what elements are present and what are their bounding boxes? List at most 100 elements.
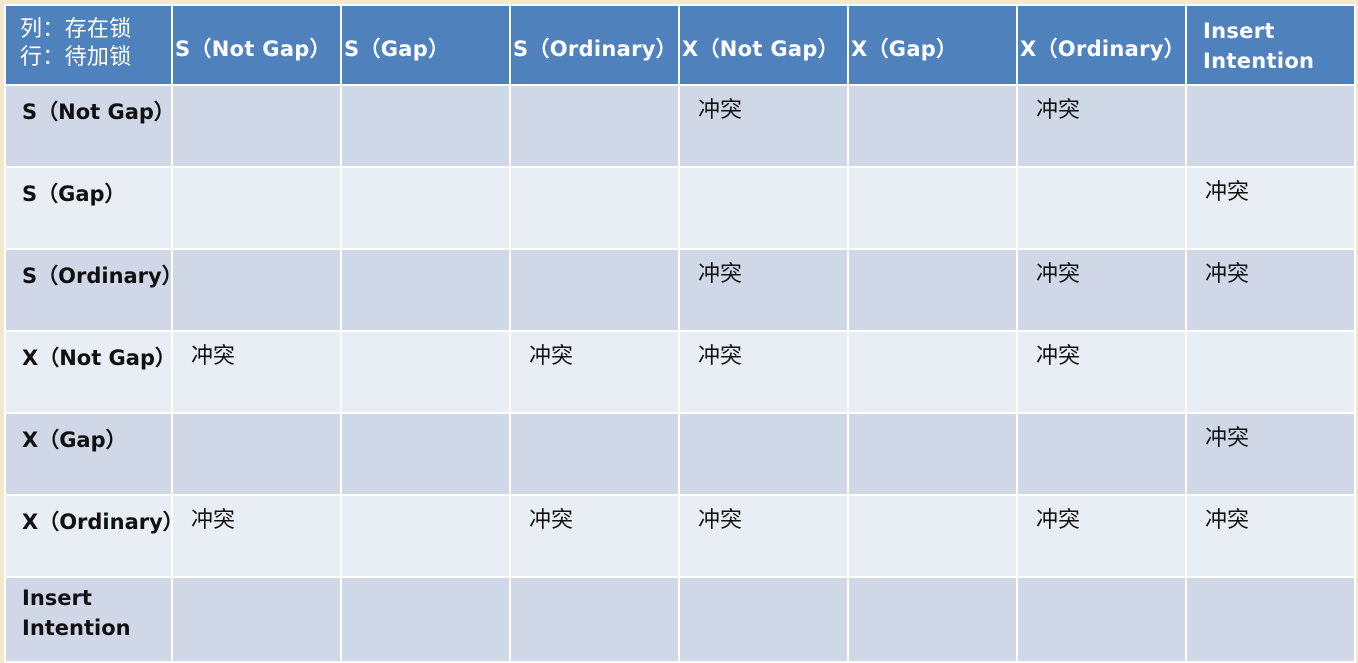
table-cell: 冲突 [1185,166,1356,250]
cell-value [342,250,509,284]
cell-value [342,168,509,202]
table-cell [847,576,1018,663]
table-cell: 冲突 [509,330,680,414]
table-cell: 冲突 [171,494,342,578]
cell-value [511,414,678,448]
cell-value [511,578,678,612]
table-cell [509,576,680,663]
table-row: S（Gap） 冲突 [4,166,1356,250]
cell-value: 冲突 [698,262,743,287]
table-row: X（Not Gap） 冲突 冲突 冲突 冲突 [4,330,1356,414]
table-cell: 冲突 [1016,248,1187,332]
table-cell: 冲突 [1185,412,1356,496]
row-header-label: Insert Intention [22,586,131,640]
table-cell [509,412,680,496]
table-cell [340,494,511,578]
row-header: X（Not Gap） [4,330,176,414]
cell-value: 冲突 [1036,262,1081,287]
table-cell [1185,576,1356,663]
column-header-label: Insert Intention [1203,19,1315,73]
cell-value [849,496,1016,530]
corner-header-label: 列：存在锁 行：待加锁 [6,6,171,72]
cell-value: 冲突 [1036,508,1081,533]
table-cell [171,576,342,663]
table-cell [171,84,342,168]
table-cell [171,412,342,496]
column-header-label: X（Ordinary） [1020,37,1186,61]
cell-value [1187,578,1354,612]
table-cell [847,84,1018,168]
table-cell: 冲突 [1185,248,1356,332]
cell-value [1187,332,1354,366]
column-header-label: X（Gap） [851,37,958,61]
cell-value: 冲突 [1036,344,1081,369]
row-header-label: X（Not Gap） [22,346,176,370]
corner-line-pending: 行：待加锁 [20,45,132,70]
table-row: Insert Intention [4,576,1356,663]
table-cell [1185,330,1356,414]
lock-compatibility-table: 列：存在锁 行：待加锁 S（Not Gap） S（Gap） S（Ordinary… [4,4,1356,663]
table-cell [678,576,849,663]
table-cell: 冲突 [1016,330,1187,414]
table-cell: 冲突 [509,494,680,578]
cell-value: 冲突 [529,344,574,369]
table-cell [847,166,1018,250]
cell-value [849,414,1016,448]
column-header: S（Gap） [340,4,511,86]
table-cell: 冲突 [678,84,849,168]
table-cell: 冲突 [678,494,849,578]
table-cell [340,330,511,414]
table-cell [340,166,511,250]
cell-value [1187,86,1354,120]
table-cell: 冲突 [1185,494,1356,578]
row-header-label: X（Gap） [22,428,127,452]
cell-value: 冲突 [1205,262,1250,287]
column-header: X（Ordinary） [1016,4,1187,86]
cell-value [342,578,509,612]
cell-value [173,168,340,202]
cell-value [342,86,509,120]
cell-value [511,168,678,202]
cell-value [849,86,1016,120]
row-header: S（Gap） [4,166,173,250]
table-cell: 冲突 [1016,494,1187,578]
cell-value: 冲突 [1205,426,1250,451]
column-header-label: S（Not Gap） [175,37,331,61]
cell-value [680,168,847,202]
table-cell [340,248,511,332]
cell-value: 冲突 [191,344,236,369]
row-header: X（Gap） [4,412,173,496]
cell-value: 冲突 [698,98,743,123]
slide-background: 列：存在锁 行：待加锁 S（Not Gap） S（Gap） S（Ordinary… [0,0,1358,663]
cell-value [342,414,509,448]
table-cell [678,166,849,250]
table-cell [1016,412,1187,496]
row-header-label: S（Not Gap） [22,100,175,124]
cell-value [173,578,340,612]
cell-value [342,332,509,366]
table-row: S（Ordinary） 冲突 冲突 冲突 [4,248,1356,332]
table-cell [1185,84,1356,168]
table-row: X（Ordinary） 冲突 冲突 冲突 冲突 冲突 [4,494,1356,578]
table-cell [171,248,342,332]
table-cell: 冲突 [678,330,849,414]
column-header: Insert Intention [1185,4,1356,86]
table-cell: 冲突 [171,330,342,414]
row-header: S（Ordinary） [4,248,183,332]
row-header-label: S（Ordinary） [22,264,183,288]
table-cell [847,248,1018,332]
table-cell [1016,576,1187,663]
cell-value [173,414,340,448]
table-cell [509,248,680,332]
cell-value: 冲突 [529,508,574,533]
cell-value [849,578,1016,612]
table-row: X（Gap） 冲突 [4,412,1356,496]
row-header-label: S（Gap） [22,182,126,206]
cell-value: 冲突 [1036,98,1081,123]
table-header-row: 列：存在锁 行：待加锁 S（Not Gap） S（Gap） S（Ordinary… [4,4,1356,86]
cell-value [680,578,847,612]
table-cell [509,166,680,250]
table-row: S（Not Gap） 冲突 冲突 [4,84,1356,168]
row-header: Insert Intention [4,576,173,663]
cell-value [849,332,1016,366]
